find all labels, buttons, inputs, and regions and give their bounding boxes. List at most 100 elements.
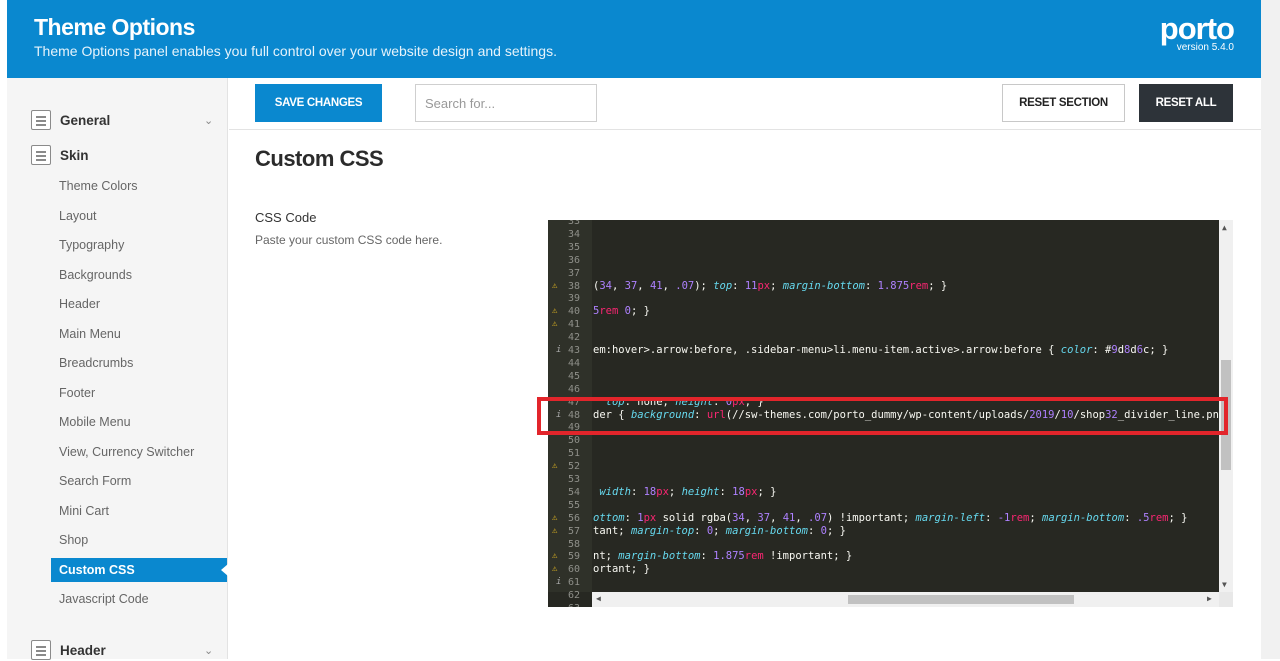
- line-number-text: 50: [567, 435, 580, 447]
- code-line[interactable]: (34, 37, 41, .07); top: 11px; margin-bot…: [593, 280, 947, 293]
- line-number-text: 53: [567, 474, 580, 485]
- code-line[interactable]: nt; margin-bottom: 1.875rem !important; …: [593, 550, 852, 563]
- sidebar-item-mobile-menu[interactable]: Mobile Menu: [59, 415, 131, 429]
- line-number: ⚠ 38: [548, 281, 592, 294]
- sidebar-item-custom-css[interactable]: Custom CSS: [59, 563, 135, 577]
- reset-all-button[interactable]: RESET ALL: [1139, 84, 1233, 122]
- sidebar-item-javascript-code[interactable]: Javascript Code: [59, 592, 149, 606]
- line-number: 44: [548, 358, 592, 371]
- line-number: ⚠ 59: [548, 551, 592, 564]
- line-number-text: 56: [567, 512, 580, 524]
- line-number: 37: [548, 268, 592, 281]
- code-line[interactable]: ottom: 1px solid rgba(34, 37, 41, .07) !…: [593, 512, 1187, 525]
- sidebar-item-main-menu[interactable]: Main Menu: [59, 327, 121, 341]
- line-number-text: 42: [567, 332, 580, 344]
- sidebar-section-label: Header: [60, 642, 106, 658]
- scroll-right-icon[interactable]: ▶: [1207, 594, 1212, 603]
- page-scrollbar-gutter: [1261, 0, 1280, 659]
- line-number-text: 43: [567, 345, 580, 356]
- line-number-text: 51: [567, 448, 580, 460]
- warning-icon: ⚠: [552, 564, 558, 575]
- paint-icon: [31, 145, 51, 165]
- sidebar-item-footer[interactable]: Footer: [59, 386, 95, 400]
- warning-icon: ⚠: [552, 512, 558, 523]
- line-number: 35: [548, 242, 592, 255]
- banner-title: Theme Options: [34, 14, 195, 40]
- chevron-down-icon[interactable]: ⌄: [204, 644, 213, 657]
- porto-logo: porto version 5.4.0: [1159, 11, 1235, 53]
- search-input[interactable]: [415, 84, 597, 122]
- logo-wordmark: porto: [1159, 11, 1235, 46]
- sliders-icon: [31, 110, 51, 130]
- line-number-text: 44: [567, 357, 580, 369]
- save-changes-button[interactable]: SAVE CHANGES: [255, 84, 382, 122]
- sidebar-section-general[interactable]: General: [31, 109, 110, 131]
- line-number: ⚠ 52: [548, 461, 592, 474]
- line-number-text: 61: [567, 577, 580, 589]
- options-toolbar: SAVE CHANGES RESET SECTION RESET ALL: [229, 78, 1261, 130]
- sidebar-item-mini-cart[interactable]: Mini Cart: [59, 504, 109, 518]
- warning-icon: ⚠: [552, 461, 558, 472]
- scroll-down-icon[interactable]: ▼: [1222, 580, 1227, 589]
- sidebar-item-typography[interactable]: Typography: [59, 238, 124, 252]
- scrollbar-corner: [1219, 592, 1233, 607]
- warning-icon: ⚠: [552, 306, 558, 317]
- line-number-text: 34: [567, 228, 580, 240]
- code-line[interactable]: ortant; }: [593, 563, 650, 576]
- line-number: 46: [548, 384, 592, 397]
- line-number: ⚠ 40: [548, 306, 592, 319]
- line-number: 51: [548, 448, 592, 461]
- line-number: 53: [548, 474, 592, 487]
- reset-section-button[interactable]: RESET SECTION: [1002, 84, 1125, 122]
- scroll-up-icon[interactable]: ▲: [1222, 223, 1227, 232]
- line-number-text: 38: [567, 280, 580, 292]
- code-line[interactable]: tant; margin-top: 0; margin-bottom: 0; }: [593, 525, 846, 538]
- line-number: 50: [548, 435, 592, 448]
- sidebar-item-shop[interactable]: Shop: [59, 533, 88, 547]
- line-number-text: 41: [567, 319, 580, 331]
- scroll-left-icon[interactable]: ◀: [596, 594, 601, 603]
- code-line[interactable]: em:hover>.arrow:before, .sidebar-menu>li…: [593, 344, 1168, 357]
- line-number-text: 59: [567, 551, 580, 563]
- line-number-text: 63: [568, 603, 580, 607]
- horizontal-scroll-thumb[interactable]: [848, 595, 1074, 604]
- line-number-text: 58: [567, 538, 580, 550]
- line-number: ⚠ 57: [548, 526, 592, 539]
- line-number: 54: [548, 487, 592, 500]
- line-number-text: 46: [567, 383, 580, 395]
- line-number-text: 40: [567, 306, 580, 318]
- sidebar-item-layout[interactable]: Layout: [59, 209, 97, 223]
- chevron-down-icon[interactable]: ⌄: [204, 114, 213, 127]
- sidebar-section-skin[interactable]: Skin: [31, 144, 89, 166]
- sidebar-item-header[interactable]: Header: [59, 297, 100, 311]
- line-number-text: 37: [567, 267, 580, 279]
- line-number: 34: [548, 229, 592, 242]
- banner-subtitle: Theme Options panel enables you full con…: [34, 43, 557, 59]
- sidebar-item-view-currency-switcher[interactable]: View, Currency Switcher: [59, 445, 194, 459]
- sidebar-item-backgrounds[interactable]: Backgrounds: [59, 268, 132, 282]
- field-description: Paste your custom CSS code here.: [255, 233, 443, 247]
- line-number: ⚠ 60: [548, 564, 592, 577]
- line-number: ⚠ 41: [548, 319, 592, 332]
- sidebar-item-breadcrumbs[interactable]: Breadcrumbs: [59, 356, 133, 370]
- warning-icon: ⚠: [552, 319, 558, 330]
- sidebar-item-search-form[interactable]: Search Form: [59, 474, 131, 488]
- line-number: 63: [548, 603, 592, 607]
- line-number: 33: [548, 220, 592, 229]
- sidebar-section-header[interactable]: Header: [31, 639, 106, 661]
- code-line[interactable]: width: 18px; height: 18px; }: [593, 486, 776, 499]
- line-number-text: 55: [567, 499, 580, 511]
- sidebar-item-theme-colors[interactable]: Theme Colors: [59, 179, 138, 193]
- warning-icon: ⚠: [552, 551, 558, 562]
- code-line[interactable]: 5rem 0; }: [593, 305, 650, 318]
- line-number-text: 33: [567, 220, 580, 227]
- line-number-text: 62: [567, 590, 580, 602]
- sidebar-section-label: Skin: [60, 147, 89, 163]
- theme-options-banner: Theme Options Theme Options panel enable…: [7, 0, 1261, 78]
- headphones-icon: [31, 640, 51, 660]
- info-icon: i: [556, 345, 562, 355]
- horizontal-scrollbar[interactable]: ◀ ▶: [592, 592, 1219, 607]
- highlight-box: [537, 397, 1228, 435]
- line-number: 55: [548, 500, 592, 513]
- line-number-text: 54: [567, 486, 580, 498]
